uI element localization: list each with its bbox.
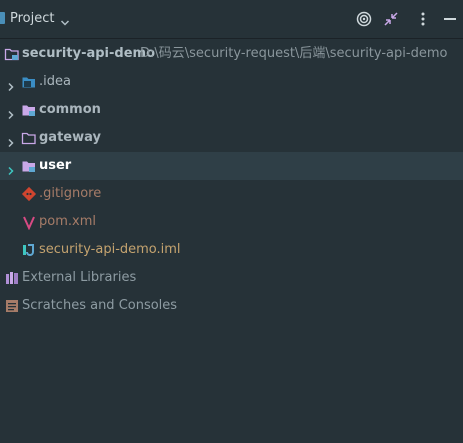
tree-item-label: .gitignore	[39, 186, 102, 201]
maven-icon	[21, 214, 37, 234]
minimize-icon[interactable]	[441, 10, 459, 28]
chevron-down-icon[interactable]	[60, 13, 70, 32]
target-icon[interactable]	[355, 10, 373, 28]
tree-item-label: .idea	[39, 74, 71, 89]
tree-item-iml[interactable]: security-api-demo.iml	[0, 236, 463, 264]
tree-item-user[interactable]: user	[0, 152, 463, 180]
tree-item-external-libraries[interactable]: External Libraries	[0, 264, 463, 292]
tree-item-label: External Libraries	[22, 270, 137, 285]
tree-item-idea[interactable]: .idea	[0, 68, 463, 96]
project-panel-header: Project	[0, 0, 463, 39]
iml-icon	[21, 242, 37, 262]
folder-icon	[21, 130, 37, 150]
tree-item-label: gateway	[39, 130, 101, 145]
project-tool-window: Project security-api-demo D:\码云\security…	[0, 0, 463, 443]
git-icon	[21, 186, 37, 206]
tree-item-label: common	[39, 102, 101, 117]
scratches-icon	[4, 298, 20, 318]
project-icon	[0, 12, 5, 24]
module-folder-icon	[21, 102, 37, 122]
tree-root-security-api-demo[interactable]: security-api-demo D:\码云\security-request…	[0, 40, 463, 68]
project-view-selector[interactable]: Project	[10, 10, 54, 28]
tree-item-label: security-api-demo.iml	[39, 242, 181, 257]
tree-item-label: pom.xml	[39, 214, 96, 229]
chevron-right-icon[interactable]	[6, 133, 16, 152]
module-folder-icon	[4, 46, 20, 66]
chevron-right-icon[interactable]	[6, 105, 16, 124]
library-icon	[4, 270, 20, 290]
tree-item-scratches[interactable]: Scratches and Consoles	[0, 292, 463, 320]
tree-root-name: security-api-demo	[22, 46, 155, 61]
tree-root-path: D:\码云\security-request\后端\security-api-d…	[140, 46, 448, 61]
tree-item-gateway[interactable]: gateway	[0, 124, 463, 152]
more-vertical-icon[interactable]	[414, 10, 432, 28]
tree-item-pom[interactable]: pom.xml	[0, 208, 463, 236]
idea-folder-icon	[21, 74, 37, 94]
tree-item-gitignore[interactable]: .gitignore	[0, 180, 463, 208]
tree-item-common[interactable]: common	[0, 96, 463, 124]
tree-item-label: Scratches and Consoles	[22, 298, 178, 313]
chevron-right-icon[interactable]	[6, 161, 16, 180]
chevron-right-icon[interactable]	[6, 77, 16, 96]
module-folder-icon	[21, 158, 37, 178]
collapse-icon[interactable]	[382, 10, 400, 28]
tree-item-label: user	[39, 158, 72, 173]
